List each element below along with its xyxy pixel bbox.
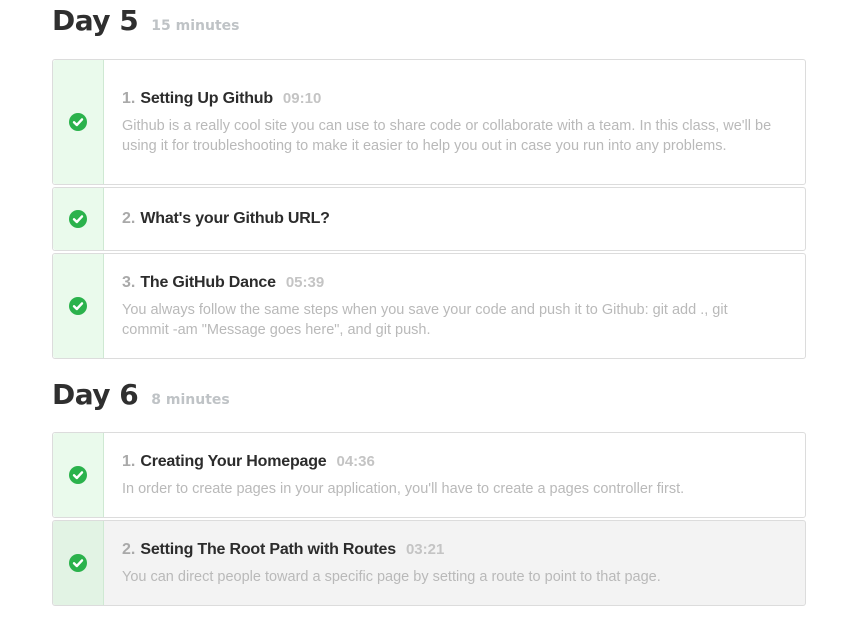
lesson-duration: 09:10 bbox=[282, 89, 322, 107]
lesson-content: 3. The GitHub Dance 05:39 You always fol… bbox=[104, 254, 805, 358]
day-duration: 8 minutes bbox=[151, 392, 230, 408]
day-6-lesson-list: 1. Creating Your Homepage 04:36 In order… bbox=[52, 432, 806, 608]
check-circle-icon bbox=[69, 297, 87, 315]
day-5-lesson-list: 1. Setting Up Github 09:10 Github is a r… bbox=[52, 59, 806, 361]
lesson-description: In order to create pages in your applica… bbox=[122, 480, 685, 497]
day-5-header: Day 5 15 minutes bbox=[52, 4, 239, 37]
lesson-title-row: 1. Creating Your Homepage 04:36 bbox=[122, 452, 775, 472]
check-circle-icon bbox=[69, 466, 87, 484]
day-duration: 15 minutes bbox=[151, 18, 240, 34]
check-circle-icon bbox=[69, 554, 87, 572]
lesson-title[interactable]: The GitHub Dance bbox=[140, 273, 276, 293]
check-circle-icon bbox=[69, 113, 87, 131]
lesson-number: 2. bbox=[122, 210, 136, 227]
lesson-content: 1. Setting Up Github 09:10 Github is a r… bbox=[104, 60, 805, 184]
lesson-title-row: 2. Setting The Root Path with Routes 03:… bbox=[122, 540, 775, 560]
lesson-item[interactable]: 2. What's your Github URL? bbox=[52, 187, 806, 251]
lesson-duration: 03:21 bbox=[405, 540, 445, 558]
lesson-title[interactable]: What's your Github URL? bbox=[140, 209, 330, 229]
lesson-item[interactable]: 1. Setting Up Github 09:10 Github is a r… bbox=[52, 59, 806, 185]
completion-status bbox=[53, 188, 104, 250]
course-syllabus: Day 5 15 minutes 1. Setting Up Github 09… bbox=[0, 0, 847, 624]
lesson-content: 2. What's your Github URL? bbox=[104, 188, 805, 250]
lesson-number: 2. bbox=[122, 540, 136, 558]
completion-status bbox=[53, 254, 104, 358]
lesson-item[interactable]: 3. The GitHub Dance 05:39 You always fol… bbox=[52, 253, 806, 359]
lesson-description: Github is a really cool site you can use… bbox=[122, 117, 772, 154]
lesson-title[interactable]: Setting The Root Path with Routes bbox=[140, 540, 396, 560]
lesson-title-row: 3. The GitHub Dance 05:39 bbox=[122, 273, 775, 293]
check-circle-icon bbox=[69, 210, 87, 228]
lesson-number: 3. bbox=[122, 273, 136, 291]
lesson-description: You always follow the same steps when yo… bbox=[122, 301, 728, 338]
lesson-title-row: 1. Setting Up Github 09:10 bbox=[122, 89, 775, 109]
lesson-description: You can direct people toward a specific … bbox=[122, 568, 661, 585]
lesson-number: 1. bbox=[122, 89, 136, 107]
lesson-duration: 05:39 bbox=[285, 273, 325, 291]
lesson-content: 2. Setting The Root Path with Routes 03:… bbox=[104, 521, 805, 605]
lesson-number: 1. bbox=[122, 452, 136, 470]
lesson-duration: 04:36 bbox=[336, 452, 375, 470]
lesson-item-hovered[interactable]: 2. Setting The Root Path with Routes 03:… bbox=[52, 520, 806, 606]
completion-status bbox=[53, 433, 104, 517]
completion-status bbox=[53, 521, 104, 605]
lesson-title-row: 2. What's your Github URL? bbox=[122, 209, 775, 229]
lesson-content: 1. Creating Your Homepage 04:36 In order… bbox=[104, 433, 805, 517]
completion-status bbox=[53, 60, 104, 184]
lesson-item[interactable]: 1. Creating Your Homepage 04:36 In order… bbox=[52, 432, 806, 518]
day-6-header: Day 6 8 minutes bbox=[52, 378, 230, 411]
day-title: Day 6 bbox=[52, 378, 139, 411]
day-title: Day 5 bbox=[52, 4, 139, 37]
lesson-title[interactable]: Creating Your Homepage bbox=[140, 452, 326, 472]
lesson-title[interactable]: Setting Up Github bbox=[140, 89, 273, 109]
